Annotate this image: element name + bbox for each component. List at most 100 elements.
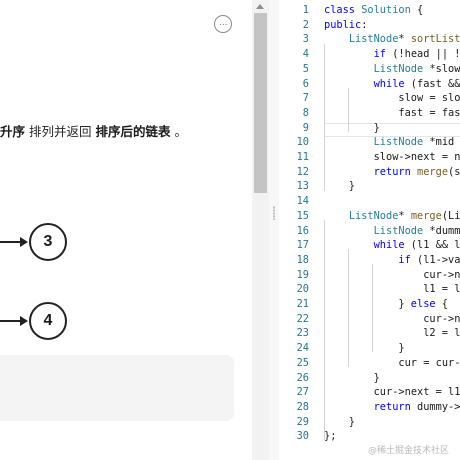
code-text: } <box>324 415 355 428</box>
code-text: while (l1 && l2 <box>373 239 460 252</box>
line-number: 21 <box>296 298 309 310</box>
code-line[interactable]: 14 <box>279 194 460 209</box>
code-line[interactable]: 17 while (l1 && l2 <box>279 238 460 253</box>
line-number: 11 <box>296 151 309 163</box>
code-line[interactable]: 2 public: <box>279 18 460 33</box>
code-line[interactable]: 28 return dummy->n <box>279 400 460 415</box>
code-line[interactable]: 22 cur->ne <box>279 312 460 327</box>
code-line[interactable]: 30}; <box>279 429 460 444</box>
code-text: if (l1->val <box>398 253 460 266</box>
line-number: 6 <box>302 77 309 90</box>
code-line[interactable]: 29 } <box>279 415 460 430</box>
example-block <box>0 355 234 421</box>
line-number: 3 <box>302 33 309 46</box>
code-text: cur = cur- <box>398 356 460 369</box>
code-text: } <box>324 371 380 384</box>
line-number: 15 <box>296 209 309 222</box>
line-number: 4 <box>302 48 309 61</box>
code-line[interactable]: 6 while (fast && <box>279 77 460 92</box>
code-line[interactable]: 10 ListNode *mid = <box>279 135 460 150</box>
line-number: 24 <box>296 342 309 355</box>
desc-period: 。 <box>174 124 188 139</box>
line-number: 17 <box>296 239 309 252</box>
code-text: cur->ne <box>423 312 460 325</box>
arrowhead-icon <box>20 316 28 326</box>
code-line[interactable]: 9 } <box>279 121 460 136</box>
line-number: 20 <box>296 283 309 296</box>
code-line[interactable]: 16 ListNode *dummy <box>279 224 460 239</box>
code-text: class Solution { <box>324 4 424 16</box>
code-text: fast = fast <box>398 106 460 119</box>
line-number: 10 <box>296 136 309 149</box>
code-text: return dummy->n <box>373 400 460 413</box>
code-text: cur->ne <box>423 268 460 281</box>
code-line[interactable]: 27 cur->next = l1 <box>279 385 460 400</box>
code-line[interactable]: 26 } <box>279 371 460 386</box>
code-line[interactable]: 5 ListNode *slow <box>279 62 460 77</box>
code-line[interactable]: 20 l1 = l1 <box>279 282 460 297</box>
code-text: ListNode *slow <box>373 62 460 75</box>
line-number: 16 <box>296 224 309 237</box>
code-text: while (fast && <box>373 77 460 90</box>
code-text: if (!head || !h <box>373 48 460 61</box>
code-line[interactable]: 4 if (!head || !h <box>279 47 460 62</box>
line-number: 25 <box>296 356 309 369</box>
code-text: }; <box>324 430 337 443</box>
code-text: } else { <box>324 298 449 310</box>
desc-ascending: 升序 <box>0 124 26 139</box>
line-number: 29 <box>296 415 309 428</box>
line-number: 19 <box>296 268 309 281</box>
line-number: 5 <box>302 62 309 75</box>
code-line[interactable]: 3 ListNode* sortList( <box>279 32 460 47</box>
code-text: ListNode *dummy <box>373 224 460 237</box>
line-number: 1 <box>302 4 309 16</box>
watermark: @稀土掘金技术社区 <box>368 446 450 456</box>
code-line[interactable]: 7 slow = slow <box>279 91 460 106</box>
problem-description-text: 升序 排列并返回 排序后的链表。 <box>0 121 187 140</box>
line-number: 26 <box>296 371 309 384</box>
drag-grip-icon <box>273 206 275 220</box>
code-line[interactable]: 23 l2 = l2 <box>279 326 460 341</box>
problem-description-panel: … 升序 排列并返回 排序后的链表。 3 4 <box>0 0 252 460</box>
code-text: } <box>324 121 380 134</box>
line-number: 22 <box>296 312 309 325</box>
scroll-up-arrow-icon[interactable] <box>256 4 264 9</box>
code-text: } <box>324 342 405 355</box>
list-node-3: 3 <box>29 223 67 261</box>
line-number: 28 <box>296 400 309 413</box>
diagram-arrow <box>0 241 22 243</box>
code-text: return merge(so <box>373 165 460 178</box>
code-line[interactable]: 8 fast = fast <box>279 106 460 121</box>
line-number: 27 <box>296 386 309 399</box>
panel-resize-handle[interactable] <box>269 0 279 460</box>
code-line[interactable]: 21 } else { <box>279 297 460 312</box>
code-line[interactable]: 24 } <box>279 341 460 356</box>
code-line[interactable]: 25 cur = cur- <box>279 356 460 371</box>
code-text: ListNode *mid = <box>373 136 455 149</box>
line-number: 13 <box>296 180 309 193</box>
code-text: slow->next = nu <box>373 151 460 163</box>
line-number: 18 <box>296 253 309 266</box>
code-text: cur->next = l1 <box>373 386 460 399</box>
code-line[interactable]: 13 } <box>279 179 460 194</box>
list-node-4: 4 <box>29 302 67 340</box>
line-number: 23 <box>296 327 309 340</box>
desc-sorted-list: 排序后的链表 <box>95 124 171 139</box>
more-options-button[interactable]: … <box>214 15 232 33</box>
code-text: slow = slow <box>398 92 460 105</box>
line-number: 9 <box>302 121 309 134</box>
code-text: l2 = l2 <box>423 327 460 340</box>
code-line[interactable]: 19 cur->ne <box>279 268 460 283</box>
code-editor[interactable]: 1 class Solution { 2 public: 3 ListNode* sor… <box>279 0 460 460</box>
line-number: 8 <box>302 106 309 119</box>
code-line[interactable]: 18 if (l1->val <box>279 253 460 268</box>
code-line[interactable]: 12 return merge(so <box>279 165 460 180</box>
code-line[interactable]: 11 slow->next = nu <box>279 150 460 165</box>
line-number: 30 <box>296 430 309 443</box>
scrollbar-thumb[interactable] <box>254 13 267 193</box>
code-line[interactable]: 1 class Solution { <box>279 3 460 18</box>
diagram-arrow <box>0 320 22 322</box>
code-text: } <box>324 180 355 193</box>
problem-panel-scrollbar[interactable] <box>252 0 269 460</box>
code-line[interactable]: 15 ListNode* merge(Lis <box>279 209 460 224</box>
